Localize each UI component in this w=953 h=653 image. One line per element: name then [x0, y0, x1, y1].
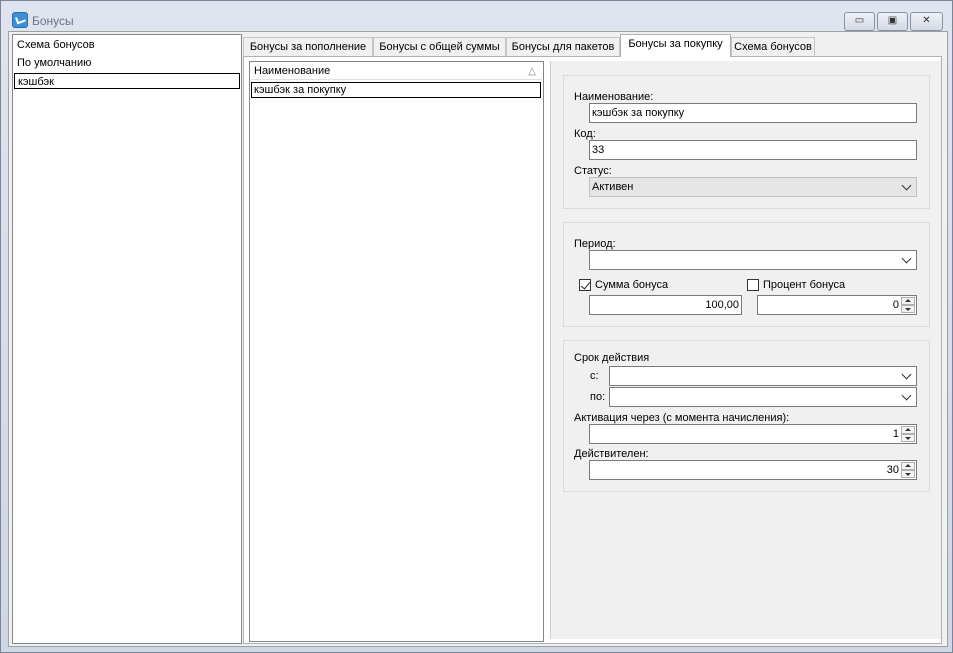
- tab-package-bonuses[interactable]: Бонусы для пакетов: [506, 37, 620, 56]
- valid-from-select[interactable]: [609, 366, 917, 386]
- bonus-percent-value: 0: [892, 299, 899, 311]
- status-select[interactable]: Активен: [589, 177, 917, 197]
- bonus-percent-checkbox[interactable]: [747, 279, 759, 291]
- list-item-scheme[interactable]: Схема бонусов: [14, 37, 240, 53]
- window-title: Бонусы: [32, 14, 74, 28]
- list-item-default[interactable]: По умолчанию: [14, 55, 240, 71]
- activation-value: 1: [892, 428, 899, 440]
- code-field[interactable]: 33: [589, 140, 917, 160]
- chevron-down-icon: [901, 367, 913, 385]
- client-area: Схема бонусов По умолчанию кэшбэк Бонусы…: [8, 31, 948, 647]
- bonus-sum-field[interactable]: 100,00: [589, 295, 742, 315]
- minimize-icon: ▭: [854, 15, 865, 26]
- valid-to-select[interactable]: [609, 387, 917, 407]
- chevron-down-icon: [901, 388, 913, 406]
- bonus-scheme-list[interactable]: Схема бонусов По умолчанию кэшбэк: [12, 34, 242, 644]
- validity-label: Срок действия: [574, 352, 650, 364]
- activation-field[interactable]: 1: [589, 424, 917, 444]
- close-button[interactable]: ✕: [910, 12, 943, 31]
- valid-days-label: Действителен:: [574, 448, 649, 460]
- valid-days-field[interactable]: 30: [589, 460, 917, 480]
- bonuses-window: Бонусы ▭ ▣ ✕ Схема бонусов По умолчанию …: [0, 0, 953, 653]
- bonus-percent-label[interactable]: Процент бонуса: [763, 279, 845, 291]
- tab-topup-bonuses[interactable]: Бонусы за пополнение: [243, 37, 373, 56]
- validity-group: Срок действия с: по: Активация через (с …: [563, 340, 930, 492]
- amount-group: Период: Сумма бонуса Процент бонуса 100,…: [563, 222, 930, 327]
- title-bar[interactable]: Бонусы ▭ ▣ ✕: [1, 1, 952, 33]
- sort-triangle-icon: △: [528, 66, 536, 77]
- code-label: Код:: [574, 128, 596, 140]
- maximize-button[interactable]: ▣: [877, 12, 908, 31]
- period-label: Период:: [574, 238, 616, 250]
- close-icon: ✕: [922, 15, 931, 26]
- tab-panel-purchase-bonuses: Наименование △ кэшбэк за покупку Наимено…: [243, 56, 942, 644]
- bonus-grid[interactable]: Наименование △ кэшбэк за покупку: [249, 61, 544, 642]
- valid-days-value: 30: [886, 464, 899, 476]
- tab-total-sum-bonuses[interactable]: Бонусы с общей суммы: [373, 37, 506, 56]
- app-icon: [12, 12, 28, 28]
- grid-header-label: Наименование: [254, 65, 331, 77]
- bonus-percent-field[interactable]: 0: [757, 295, 917, 315]
- list-item-cashback[interactable]: кэшбэк: [14, 73, 240, 89]
- chevron-down-icon: [901, 251, 913, 269]
- bonus-sum-checkbox[interactable]: [579, 279, 591, 291]
- from-label: с:: [590, 370, 599, 382]
- maximize-icon: ▣: [887, 15, 898, 26]
- name-label: Наименование:: [574, 91, 654, 103]
- grid-header-name[interactable]: Наименование △: [251, 63, 542, 80]
- status-label: Статус:: [574, 165, 612, 177]
- activation-label: Активация через (с момента начисления):: [574, 412, 790, 424]
- minimize-button[interactable]: ▭: [844, 12, 875, 31]
- period-select[interactable]: [589, 250, 917, 270]
- name-field[interactable]: кэшбэк за покупку: [589, 103, 917, 123]
- spin-arrows-icon[interactable]: [901, 297, 915, 313]
- spin-arrows-icon[interactable]: [901, 426, 915, 442]
- bonus-sum-label[interactable]: Сумма бонуса: [595, 279, 668, 291]
- tab-bonus-scheme[interactable]: Схема бонусов: [731, 37, 815, 56]
- spin-arrows-icon[interactable]: [901, 462, 915, 478]
- chevron-down-icon: [901, 178, 913, 196]
- bonus-edit-panel: Наименование: кэшбэк за покупку Код: 33 …: [550, 61, 941, 639]
- table-row[interactable]: кэшбэк за покупку: [251, 82, 541, 98]
- to-label: по:: [590, 391, 606, 403]
- general-group: Наименование: кэшбэк за покупку Код: 33 …: [563, 75, 930, 209]
- status-value: Активен: [592, 181, 634, 193]
- tab-purchase-bonuses[interactable]: Бонусы за покупку: [620, 34, 731, 57]
